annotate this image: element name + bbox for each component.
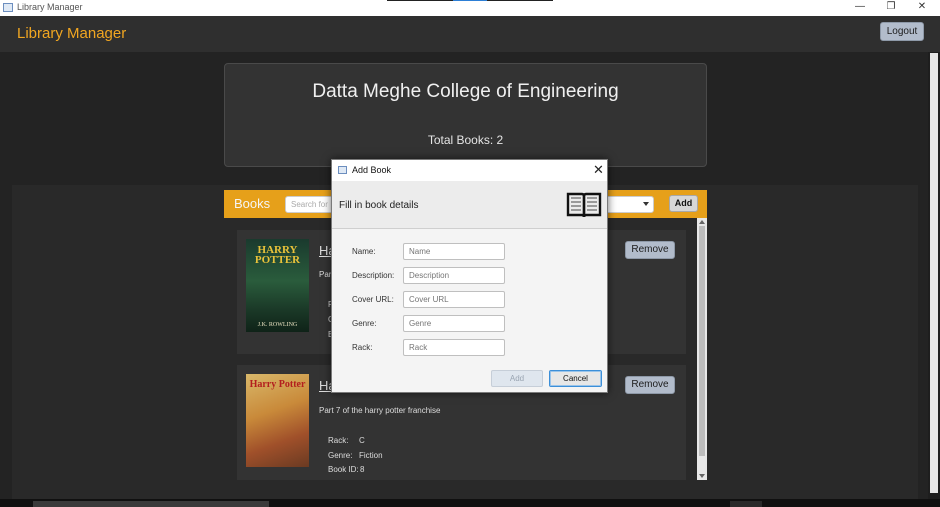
close-window-icon[interactable]: ✕: [907, 0, 937, 16]
total-books: Total Books: 2: [427, 133, 504, 147]
dialog-header-text: Fill in book details: [339, 200, 419, 211]
dialog-header: Fill in book details: [332, 181, 607, 229]
book-description: Par: [319, 270, 332, 279]
rack-input[interactable]: [403, 339, 505, 356]
window-titlebar: Library Manager — ❐ ✕: [0, 0, 940, 16]
cover-url-input[interactable]: [403, 291, 505, 308]
add-book-button[interactable]: Add: [669, 195, 698, 212]
description-label: Description:: [352, 271, 395, 280]
college-name: Datta Meghe College of Engineering: [312, 81, 619, 102]
book-id-label: Book ID:: [328, 465, 359, 474]
window-scrollbar-thumb[interactable]: [930, 53, 938, 493]
app-title: Library Manager: [17, 25, 127, 42]
book-rack-label: Rack:: [328, 436, 349, 445]
description-input[interactable]: [403, 267, 505, 284]
book-genre-label: Genre:: [328, 451, 353, 460]
taskbar-item[interactable]: [730, 501, 762, 507]
taskbar-strip-accent: [453, 0, 487, 1]
book-description: Part 7 of the harry potter franchise: [319, 406, 441, 415]
taskbar-item[interactable]: [33, 501, 269, 507]
dialog-window-icon: [338, 166, 347, 174]
college-card: Datta Meghe College of Engineering Total…: [224, 63, 707, 167]
dialog-add-button[interactable]: Add: [491, 370, 543, 387]
cover-title: HARRY POTTER: [254, 244, 301, 266]
cover-title: Harry Potter: [249, 379, 306, 390]
books-label: Books: [234, 196, 271, 211]
genre-label: Genre:: [352, 319, 377, 328]
app-header: Library Manager Logout: [0, 16, 940, 52]
cover-url-label: Cover URL:: [352, 295, 394, 304]
open-book-icon: [566, 192, 602, 218]
logout-button[interactable]: Logout: [880, 22, 924, 41]
close-icon[interactable]: ✕: [593, 162, 604, 178]
dialog-titlebar: Add Book ✕: [332, 160, 607, 181]
remove-book-button[interactable]: Remove: [625, 376, 675, 394]
scroll-up-icon[interactable]: [699, 220, 705, 224]
book-cover: HARRY POTTER J.K. ROWLING: [246, 239, 309, 332]
genre-input[interactable]: [403, 315, 505, 332]
rack-label: Rack:: [352, 343, 373, 352]
window-title: Library Manager: [17, 2, 83, 12]
add-book-dialog: Add Book ✕ Fill in book details Name: De…: [331, 159, 608, 393]
os-taskbar: [0, 499, 940, 507]
remove-book-button[interactable]: Remove: [625, 241, 675, 259]
book-id-value: 8: [360, 465, 365, 474]
minimize-icon[interactable]: —: [845, 0, 875, 16]
books-list-scrollbar-thumb[interactable]: [699, 226, 705, 456]
filter-dropdown[interactable]: [604, 196, 654, 213]
name-input[interactable]: [403, 243, 505, 260]
maximize-icon[interactable]: ❐: [876, 0, 906, 16]
chevron-down-icon: [643, 202, 649, 206]
book-genre-value: Fiction: [359, 451, 383, 460]
app-window-icon: [3, 3, 13, 12]
dialog-cancel-button[interactable]: Cancel: [549, 370, 602, 387]
name-label: Name:: [352, 247, 376, 256]
scroll-down-icon[interactable]: [699, 474, 705, 478]
window-scrollbar[interactable]: [928, 52, 940, 499]
book-cover: Harry Potter: [246, 374, 309, 467]
dialog-title: Add Book: [352, 165, 392, 175]
books-list-scrollbar[interactable]: [697, 218, 707, 480]
book-rack-value: C: [359, 436, 365, 445]
cover-author: J.K. ROWLING: [257, 322, 298, 328]
